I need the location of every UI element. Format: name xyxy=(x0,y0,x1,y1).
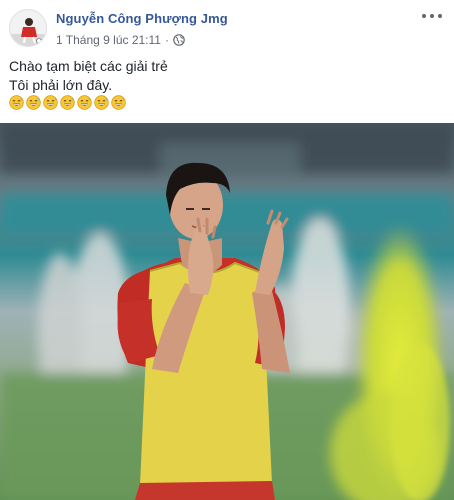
post-text-line-1: Chào tạm biệt các giải trẻ xyxy=(9,58,168,74)
grinning-sweat-emoji-icon xyxy=(94,95,109,110)
more-options-icon[interactable] xyxy=(422,9,442,23)
grinning-sweat-emoji-icon xyxy=(77,95,92,110)
more-dot xyxy=(438,14,442,18)
more-dot xyxy=(422,14,426,18)
meta-separator: · xyxy=(164,33,169,47)
grinning-sweat-emoji-icon xyxy=(111,95,126,110)
emoji-row xyxy=(9,95,126,111)
post-photo[interactable] xyxy=(0,123,454,500)
globe-icon[interactable] xyxy=(173,34,185,46)
post-timestamp[interactable]: 1 Tháng 9 lúc 21:11 xyxy=(56,33,161,47)
more-dot xyxy=(430,14,434,18)
author-name[interactable]: Nguyễn Công Phượng Jmg xyxy=(56,11,228,26)
grinning-sweat-emoji-icon xyxy=(43,95,58,110)
post-text-line-2: Tôi phải lớn đây. xyxy=(9,77,113,93)
avatar-photo xyxy=(10,10,46,46)
grinning-sweat-emoji-icon xyxy=(60,95,75,110)
post-header: Nguyễn Công Phượng Jmg 1 Tháng 9 lúc 21:… xyxy=(0,0,454,54)
grinning-sweat-emoji-icon xyxy=(26,95,41,110)
post-body-text: Chào tạm biệt các giải trẻ Tôi phải lớn … xyxy=(9,57,445,95)
player-photo-illustration xyxy=(0,123,454,500)
facebook-post: Nguyễn Công Phượng Jmg 1 Tháng 9 lúc 21:… xyxy=(0,0,454,500)
author-avatar[interactable] xyxy=(9,9,47,47)
grinning-sweat-emoji-icon xyxy=(9,95,24,110)
post-meta: 1 Tháng 9 lúc 21:11 · xyxy=(56,33,185,47)
